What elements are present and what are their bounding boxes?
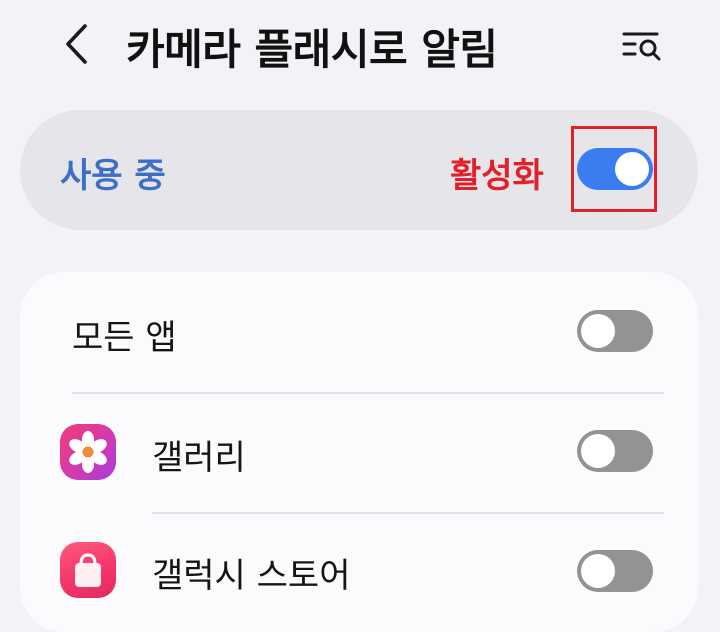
master-switch-label: 사용 중 [60,156,166,196]
annotation-enable-label: 활성화 [450,156,544,196]
list-item-galaxy-store[interactable]: 갤럭시 스토어 [20,514,698,632]
back-button[interactable] [52,20,100,68]
master-toggle-switch[interactable] [577,148,653,190]
gallery-toggle[interactable] [577,430,653,472]
toggle-knob [581,434,615,468]
toggle-knob [581,554,615,588]
list-item-gallery[interactable]: 갤러리 [20,394,698,512]
gallery-label: 갤러리 [152,438,246,478]
toggle-knob [581,314,615,348]
galaxy-store-toggle[interactable] [577,550,653,592]
all-apps-label: 모든 앱 [72,318,177,358]
gallery-flower-icon [60,424,116,480]
list-search-icon [622,32,661,61]
chevron-left-icon [66,24,87,64]
toggle-knob [615,152,649,186]
list-item-all-apps[interactable]: 모든 앱 [20,272,698,392]
search-settings-button[interactable] [614,20,670,68]
app-header: 카메라 플래시로 알림 [0,0,720,90]
all-apps-toggle[interactable] [577,310,653,352]
page-title: 카메라 플래시로 알림 [126,25,498,74]
master-switch-card[interactable]: 사용 중 활성화 [20,110,698,230]
app-list-card: 모든 앱 갤러리 갤럭시 스토어 [20,272,698,632]
